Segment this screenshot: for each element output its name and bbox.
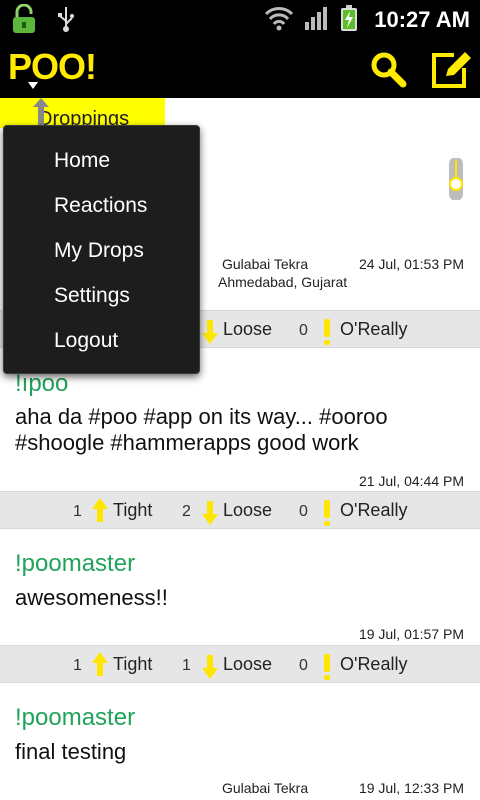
menu-caret-icon[interactable]	[28, 82, 38, 89]
status-bar: 10:27 AM	[0, 0, 480, 38]
compose-icon[interactable]	[430, 50, 471, 90]
loose-count: 2	[182, 503, 191, 520]
menu-item-my-drops[interactable]: My Drops	[4, 228, 199, 273]
post-date: 19 Jul, 12:33 PM	[358, 780, 464, 796]
tight-count: 1	[73, 503, 82, 520]
signal-icon	[304, 5, 330, 35]
post-username[interactable]: !ıpoo	[15, 370, 68, 398]
oreally-count: 0	[299, 322, 308, 339]
loose-arrow-icon[interactable]	[202, 655, 218, 683]
tab-droppings[interactable]: Droppings	[0, 98, 165, 128]
post-text: aha da #poo #app on its way... #ooroo #s…	[15, 404, 388, 455]
menu-item-logout[interactable]: Logout	[4, 318, 199, 363]
oreally-label[interactable]: O'Really	[340, 654, 407, 675]
loose-arrow-icon[interactable]	[202, 320, 218, 348]
post-location-city: Ahmedabad, Gujarat	[218, 274, 348, 290]
post-username[interactable]: !poomaster	[15, 704, 135, 732]
wifi-icon	[264, 5, 294, 35]
status-right-icons: 10:27 AM	[264, 4, 470, 36]
loose-label[interactable]: Loose	[223, 500, 272, 521]
reaction-bar: 1 Tight 1 Loose 0 O'Really	[0, 645, 480, 683]
oreally-count: 0	[299, 657, 308, 674]
status-time: 10:27 AM	[374, 7, 470, 32]
loose-label[interactable]: Loose	[223, 654, 272, 675]
app-logo[interactable]: POO!	[8, 46, 97, 88]
tight-arrow-icon[interactable]	[92, 652, 108, 680]
tight-label[interactable]: Tight	[113, 654, 152, 675]
oreally-label[interactable]: O'Really	[340, 500, 407, 521]
loose-count: 1	[182, 657, 191, 674]
exclamation-icon[interactable]	[323, 500, 331, 530]
exclamation-icon[interactable]	[323, 319, 331, 349]
usb-icon	[56, 5, 76, 37]
tight-count: 1	[73, 657, 82, 674]
post-username[interactable]: !poomaster	[15, 550, 135, 578]
menu-item-reactions[interactable]: Reactions	[4, 183, 199, 228]
scroll-thumb-icon[interactable]	[447, 157, 465, 201]
tight-arrow-icon[interactable]	[92, 498, 108, 526]
app-screen: 10:27 AM POO! Droppings Gulabai Tekra Ah…	[0, 0, 480, 800]
exclamation-icon[interactable]	[323, 654, 331, 684]
loose-arrow-icon[interactable]	[202, 501, 218, 529]
action-bar: POO!	[0, 38, 480, 98]
post-date: 19 Jul, 01:57 PM	[358, 626, 464, 642]
status-left-icons	[10, 3, 76, 38]
navigation-menu: Home Reactions My Drops Settings Logout	[3, 125, 200, 374]
post-text: final testing	[15, 739, 127, 764]
reaction-bar: 1 Tight 2 Loose 0 O'Really	[0, 491, 480, 529]
battery-charging-icon	[340, 4, 358, 36]
oreally-count: 0	[299, 503, 308, 520]
lock-icon	[10, 3, 38, 38]
search-icon[interactable]	[368, 50, 408, 90]
post-text: awesomeness!!	[15, 585, 168, 610]
post-date: 21 Jul, 04:44 PM	[358, 473, 464, 489]
tight-label[interactable]: Tight	[113, 500, 152, 521]
post-date: 24 Jul, 01:53 PM	[358, 256, 464, 272]
oreally-label[interactable]: O'Really	[340, 319, 407, 340]
loose-label[interactable]: Loose	[223, 319, 272, 340]
menu-item-home[interactable]: Home	[4, 138, 199, 183]
post-location: Gulabai Tekra	[222, 780, 309, 796]
menu-item-settings[interactable]: Settings	[4, 273, 199, 318]
post-location: Gulabai Tekra	[222, 256, 309, 272]
